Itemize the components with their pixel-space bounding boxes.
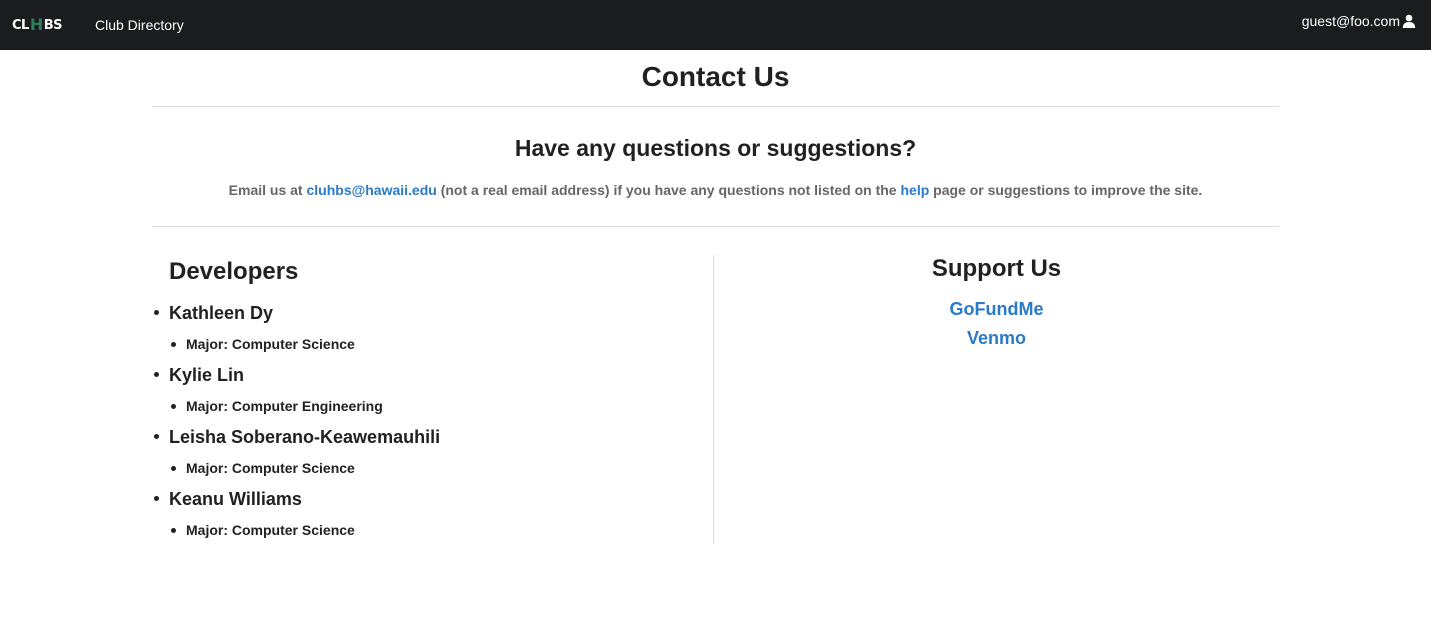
user-menu[interactable]: guest@foo.com (1302, 13, 1416, 29)
page-title: Contact Us (641, 61, 790, 92)
list-item: Keanu Williams Major: Computer Science (154, 487, 713, 539)
developer-name: Kathleen Dy (169, 303, 274, 323)
contact-page: Contact Us Have any questions or suggest… (152, 50, 1279, 544)
logo-text-right: BS (43, 17, 63, 33)
developer-name: Kylie Lin (169, 365, 245, 385)
email-link[interactable]: cluhbs@hawaii.edu (306, 182, 436, 198)
contact-intro: Email us at cluhbs@hawaii.edu (not a rea… (152, 162, 1279, 226)
user-icon (1402, 14, 1416, 28)
help-link[interactable]: help (900, 182, 929, 198)
developer-major: Major: Computer Science (169, 335, 713, 353)
intro-middle: (not a real email address) if you have a… (436, 182, 901, 198)
developers-section: Developers Kathleen Dy Major: Computer S… (152, 255, 714, 544)
developer-list: Kathleen Dy Major: Computer Science Kyli… (154, 301, 713, 539)
logo-h-mark: H (29, 14, 43, 34)
intro-suffix: page or suggestions to improve the site. (929, 182, 1203, 198)
developer-name: Keanu Williams (169, 489, 302, 509)
club-directory-link[interactable]: Club Directory (95, 17, 184, 33)
questions-heading: Have any questions or suggestions? (514, 135, 917, 161)
developer-name: Leisha Soberano-Keawemauhili (169, 427, 441, 447)
developer-major: Major: Computer Science (169, 459, 713, 477)
list-item: Leisha Soberano-Keawemauhili Major: Comp… (154, 425, 713, 477)
intro-prefix: Email us at (228, 182, 307, 198)
venmo-link[interactable]: Venmo (714, 324, 1279, 353)
clubs-logo[interactable]: CL H BS (12, 14, 63, 35)
section-divider (152, 226, 1279, 227)
gofundme-link[interactable]: GoFundMe (714, 295, 1279, 324)
top-navbar: CL H BS Club Directory guest@foo.com (0, 0, 1431, 50)
support-section: Support Us GoFundMe Venmo (714, 255, 1279, 544)
developer-major: Major: Computer Science (169, 521, 713, 539)
logo-text-left: CL (12, 17, 29, 33)
user-email: guest@foo.com (1301, 13, 1400, 29)
content-columns: Developers Kathleen Dy Major: Computer S… (152, 255, 1279, 544)
support-heading: Support Us (931, 255, 1062, 282)
developers-heading: Developers (169, 258, 299, 285)
list-item: Kylie Lin Major: Computer Engineering (154, 363, 713, 415)
developer-major: Major: Computer Engineering (169, 397, 713, 415)
list-item: Kathleen Dy Major: Computer Science (154, 301, 713, 353)
